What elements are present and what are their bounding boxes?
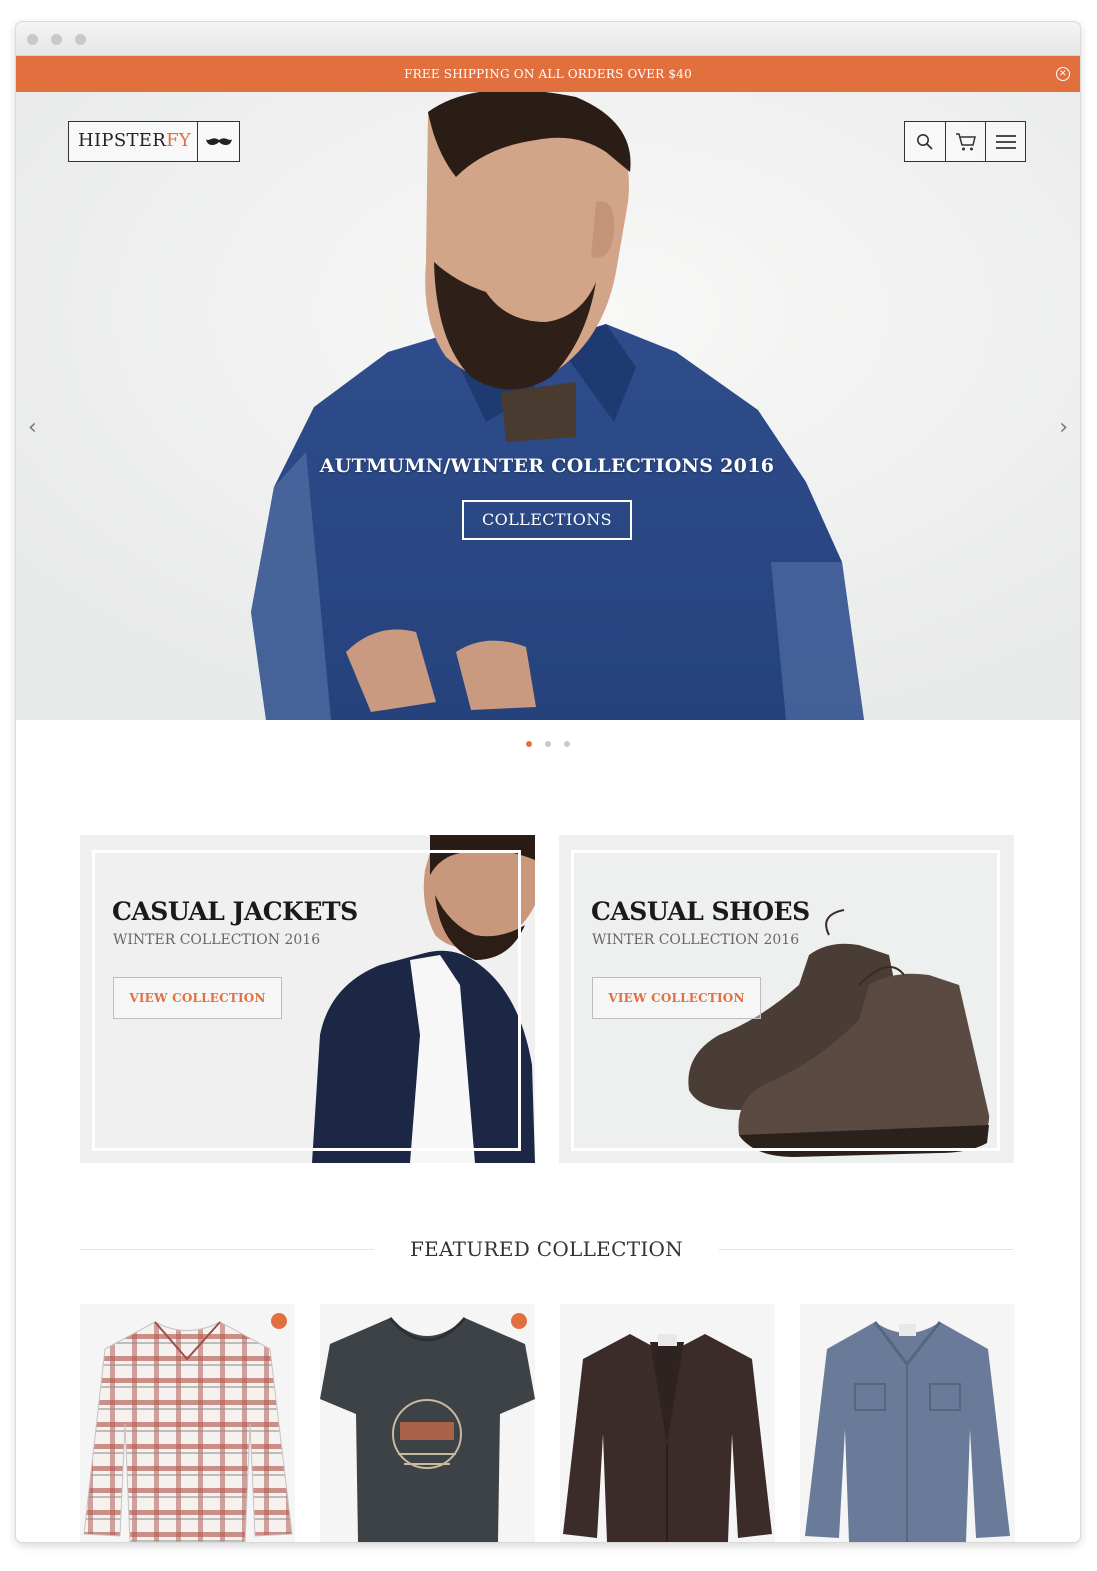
slide-dot[interactable] xyxy=(564,741,571,747)
hamburger-menu-icon xyxy=(995,134,1016,149)
announcement-text: FREE SHIPPING ON ALL ORDERS OVER $40 xyxy=(404,67,692,81)
product-card[interactable] xyxy=(560,1304,775,1542)
hero-image xyxy=(16,92,1080,720)
card-subtitle: WINTER COLLECTION 2016 xyxy=(592,932,800,948)
announcement-bar: FREE SHIPPING ON ALL ORDERS OVER $40 ✕ xyxy=(16,56,1080,92)
cart-icon xyxy=(955,132,976,150)
site-logo[interactable]: HIPSTERFY xyxy=(68,121,240,162)
card-title: CASUAL SHOES xyxy=(591,897,810,926)
product-card[interactable] xyxy=(800,1304,1015,1542)
view-collection-button[interactable]: VIEW COLLECTION xyxy=(113,977,282,1019)
browser-window: FREE SHIPPING ON ALL ORDERS OVER $40 ✕ H… xyxy=(16,22,1080,1542)
window-chrome xyxy=(16,22,1080,56)
search-icon xyxy=(917,133,933,150)
slide-dot[interactable] xyxy=(525,741,532,747)
card-title: CASUAL JACKETS xyxy=(112,897,358,926)
slide-dot[interactable] xyxy=(545,741,551,747)
sale-badge xyxy=(511,1313,527,1329)
cardigan-image xyxy=(563,1334,772,1542)
window-minimize-button[interactable] xyxy=(51,34,62,45)
plaid-shirt-image xyxy=(83,1321,293,1542)
collection-card-jackets[interactable]: CASUAL JACKETS WINTER COLLECTION 2016 VI… xyxy=(80,835,535,1163)
product-card[interactable] xyxy=(320,1304,535,1542)
slider-pagination xyxy=(16,732,1080,751)
cart-button[interactable] xyxy=(945,122,985,161)
hero-title: AUTMUMN/WINTER COLLECTIONS 2016 xyxy=(319,455,775,477)
product-card[interactable] xyxy=(80,1304,295,1542)
graphic-tee-image xyxy=(320,1317,535,1542)
chevron-right-icon[interactable]: › xyxy=(1059,417,1068,439)
view-collection-button[interactable]: VIEW COLLECTION xyxy=(592,977,761,1019)
mustache-icon xyxy=(197,122,239,161)
logo-wordmark: HIPSTERFY xyxy=(78,130,192,151)
close-circle-icon[interactable]: ✕ xyxy=(1056,67,1070,81)
collections-button[interactable]: COLLECTIONS xyxy=(462,500,632,540)
featured-collection-heading: FEATURED COLLECTION xyxy=(80,1234,1013,1264)
header-actions xyxy=(904,121,1026,162)
search-button[interactable] xyxy=(905,122,945,161)
collection-card-shoes[interactable]: CASUAL SHOES WINTER COLLECTION 2016 VIEW… xyxy=(559,835,1014,1163)
menu-button[interactable] xyxy=(985,122,1025,161)
window-zoom-button[interactable] xyxy=(75,34,86,45)
card-subtitle: WINTER COLLECTION 2016 xyxy=(113,932,321,948)
divider xyxy=(719,1249,1013,1250)
chambray-shirt-image xyxy=(805,1321,1010,1542)
chevron-left-icon[interactable]: ‹ xyxy=(28,417,37,439)
window-close-button[interactable] xyxy=(27,34,38,45)
sale-badge xyxy=(271,1313,287,1329)
hero-slider: HIPSTERFY ‹ › AUTMUMN/WINTER COLLECTIONS… xyxy=(16,92,1080,720)
